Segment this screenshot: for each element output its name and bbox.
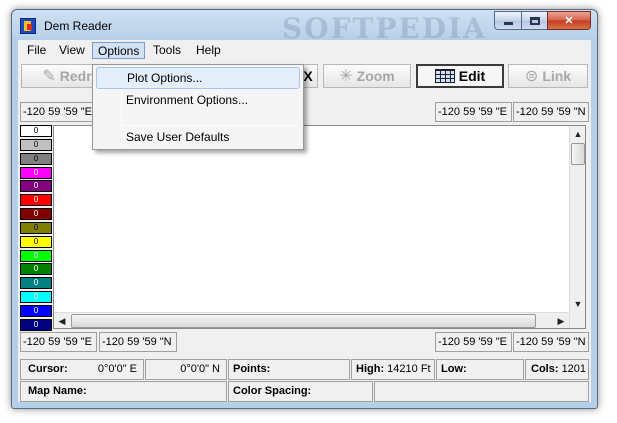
scroll-right-icon[interactable]: ▶ (553, 313, 569, 329)
menu-item-plot-options[interactable]: Plot Options... (96, 67, 300, 89)
map-canvas[interactable]: ▲ ▼ ◀ ▶ (53, 125, 586, 329)
close-button[interactable]: ✕ (547, 11, 591, 30)
title-bar[interactable]: Dem Reader SOFTPEDIA ✕ (12, 10, 597, 45)
legend-swatch[interactable]: 0 (20, 277, 52, 290)
horizontal-scroll-thumb[interactable] (71, 314, 536, 328)
color-legend: 0 0 0 0 0 0 0 0 0 0 0 0 0 0 0 (20, 125, 52, 333)
map-name-label: Map Name: (28, 385, 87, 397)
legend-swatch[interactable]: 0 (20, 304, 52, 317)
status-high: High: 14210 Ft (351, 359, 435, 380)
minimize-icon (503, 22, 513, 25)
link-icon: ⊜ (524, 68, 539, 85)
menu-view[interactable]: View (54, 42, 90, 59)
points-label: Points: (233, 363, 271, 375)
status-empty (374, 381, 589, 402)
legend-swatch[interactable]: 0 (20, 263, 52, 276)
grid-icon (434, 69, 455, 83)
legend-swatch[interactable]: 0 (20, 208, 52, 221)
menu-item-environment-options[interactable]: Environment Options... (96, 90, 300, 112)
cols-label: Cols: (531, 363, 559, 375)
link-button[interactable]: ⊜ Link (508, 64, 588, 88)
high-value: 14210 Ft (387, 363, 431, 375)
menu-separator (123, 125, 297, 126)
status-cols: Cols: 1201 (525, 359, 589, 380)
status-color-spacing: Color Spacing: (228, 381, 373, 402)
horizontal-scrollbar[interactable]: ◀ ▶ (54, 312, 569, 328)
scroll-left-icon[interactable]: ◀ (54, 313, 70, 329)
coord-bottom-left-lon: -120 59 '59 "E (20, 332, 97, 352)
window-title: Dem Reader (44, 19, 113, 33)
menu-item-save-user-defaults[interactable]: Save User Defaults (96, 127, 300, 149)
vertical-scrollbar[interactable]: ▲ ▼ (569, 126, 585, 328)
edit-label: Edit (458, 68, 486, 84)
cursor-n-value: 0°0'0" N (180, 363, 220, 375)
zoom-label: Zoom (356, 68, 395, 84)
app-icon[interactable] (20, 18, 36, 34)
scroll-down-icon[interactable]: ▼ (570, 296, 586, 312)
app-window: Dem Reader SOFTPEDIA ✕ File View Options… (11, 9, 598, 409)
minimize-button[interactable] (494, 11, 521, 30)
vertical-scroll-thumb[interactable] (571, 143, 585, 165)
legend-swatch[interactable]: 0 (20, 249, 52, 262)
status-points: Points: (228, 359, 350, 380)
coord-top-left-lon: -120 59 '59 "E (20, 102, 95, 122)
menu-tools[interactable]: Tools (148, 42, 186, 59)
edit-button[interactable]: Edit (416, 64, 504, 88)
status-cursor-e: Cursor: 0°0'0" E (20, 359, 144, 380)
legend-swatch[interactable]: 0 (20, 194, 52, 207)
status-cursor-n: 0°0'0" N (145, 359, 227, 380)
menu-help[interactable]: Help (191, 42, 226, 59)
coord-bottom-right-lat: -120 59 '59 "N (513, 332, 589, 352)
coord-top-right-lon: -120 59 '59 "E (435, 102, 512, 122)
legend-swatch[interactable]: 0 (20, 152, 52, 165)
menu-bar: File View Options Tools Help (18, 40, 591, 61)
window-controls: ✕ (494, 11, 591, 30)
options-dropdown-menu: Plot Options... Environment Options... S… (92, 64, 304, 150)
coord-top-right-lat: -120 59 '59 "N (513, 102, 589, 122)
legend-swatch[interactable]: 0 (20, 221, 52, 234)
legend-swatch[interactable]: 0 (20, 166, 52, 179)
cursor-e-value: 0°0'0" E (97, 363, 137, 375)
high-label: High: (356, 363, 385, 375)
color-spacing-label: Color Spacing: (233, 385, 312, 397)
status-map-name: Map Name: (20, 381, 227, 402)
link-label: Link (542, 68, 572, 84)
coord-bottom-right-lon: -120 59 '59 "E (435, 332, 512, 352)
legend-swatch[interactable]: 0 (20, 138, 52, 151)
legend-swatch[interactable]: 0 (20, 125, 52, 137)
legend-swatch[interactable]: 0 (20, 180, 52, 193)
status-low: Low: (436, 359, 524, 380)
x-icon: X (303, 68, 313, 84)
menu-options[interactable]: Options (92, 42, 146, 59)
zoom-icon: ✳ (339, 68, 353, 85)
close-icon: ✕ (564, 15, 574, 27)
low-label: Low: (441, 363, 467, 375)
scroll-up-icon[interactable]: ▲ (570, 126, 586, 142)
cursor-label: Cursor: (28, 363, 68, 375)
legend-swatch[interactable]: 0 (20, 235, 52, 248)
menu-file[interactable]: File (22, 42, 51, 59)
coord-bottom-left-lat: -120 59 '59 "N (99, 332, 177, 352)
maximize-icon (529, 16, 540, 25)
cols-value: 1201 (561, 363, 587, 375)
legend-swatch[interactable]: 0 (20, 291, 52, 304)
zoom-button[interactable]: ✳ Zoom (323, 64, 411, 88)
maximize-button[interactable] (521, 11, 547, 30)
redraw-label: Redr (59, 68, 92, 84)
pencil-icon: ✎ (42, 68, 56, 85)
legend-swatch[interactable]: 0 (20, 318, 52, 331)
